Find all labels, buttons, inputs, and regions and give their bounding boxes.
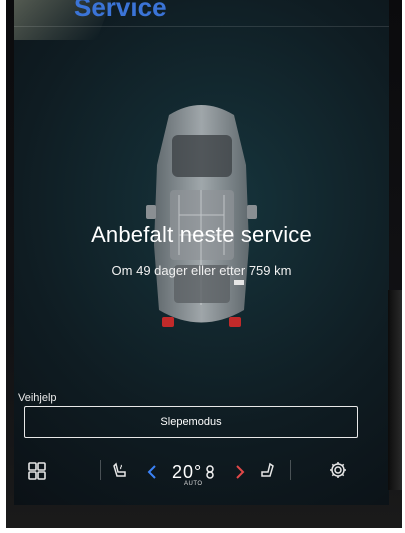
seat-heat-icon[interactable] — [109, 460, 131, 482]
page-title: Service — [74, 0, 167, 22]
infotainment-screen: Service Anbefalt neste service Om 49 dag… — [14, 0, 389, 505]
device-frame: Service Anbefalt neste service Om 49 dag… — [6, 0, 402, 528]
gear-icon[interactable] — [326, 458, 350, 482]
screen-bezel — [388, 290, 402, 490]
chevron-left-icon[interactable] — [144, 462, 160, 482]
service-subtitle: Om 49 dager eller etter 759 km — [111, 263, 292, 278]
chevron-right-icon[interactable] — [232, 462, 248, 482]
service-title: Anbefalt neste service — [91, 222, 312, 247]
climate-divider-right — [290, 460, 291, 480]
roadside-section-label: Veihjelp — [18, 392, 57, 404]
climate-mode: AUTO — [184, 481, 203, 487]
climate-bar: 20° AUTO — [14, 452, 389, 492]
car-xray-illustration — [146, 105, 257, 327]
tow-mode-button[interactable]: Slepemodus — [24, 406, 358, 438]
fan-icon[interactable] — [202, 464, 218, 480]
tow-mode-button-label: Slepemodus — [160, 416, 222, 428]
grid-icon[interactable] — [26, 460, 48, 482]
temperature-value[interactable]: 20° — [172, 462, 202, 483]
header-divider — [14, 26, 389, 27]
climate-divider — [100, 460, 101, 480]
seat-icon[interactable] — [256, 460, 278, 482]
